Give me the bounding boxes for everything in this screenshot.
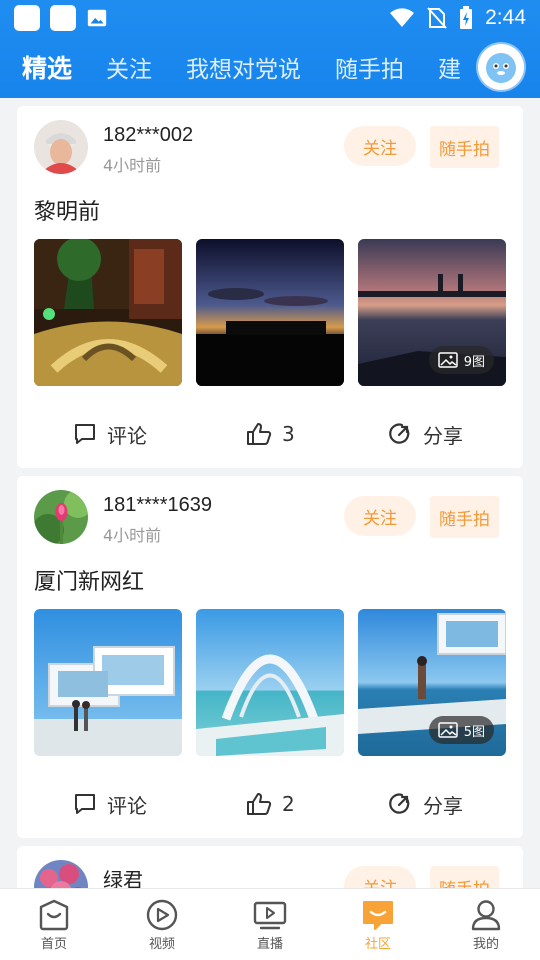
photo-grid: 9图 [34,239,506,386]
tv-icon [253,901,287,930]
tab-snapshot[interactable]: 随手拍 [335,50,404,84]
category-tabs: 精选 关注 我想对党说 随手拍 建 [0,36,540,98]
battery-icon [460,6,473,29]
avatar[interactable] [34,860,88,888]
follow-button[interactable]: 关注 [344,496,416,536]
share-label: 分享 [423,423,463,448]
post-time: 4小时前 [103,156,162,175]
nav-label: 视频 [148,937,175,952]
nav-community[interactable]: 社区 [324,889,432,960]
username[interactable]: 绿君 [103,864,143,888]
nav-label: 直播 [256,937,283,952]
play-icon [146,899,178,931]
tab-more[interactable]: 建 [438,50,461,84]
post-title[interactable]: 黎明前 [34,194,100,226]
comment-label: 评论 [107,793,147,818]
photo-grid: 5图 [34,609,506,756]
share-icon [389,423,410,444]
tab-party-talk[interactable]: 我想对党说 [186,50,301,84]
avatar[interactable] [34,490,88,544]
nav-live[interactable]: 直播 [216,889,324,960]
comment-button[interactable]: 评论 [73,414,147,454]
image-count: 9图 [463,354,485,370]
post-time: 4小时前 [103,526,162,545]
share-label: 分享 [423,793,463,818]
like-button[interactable]: 2 [246,784,295,824]
nav-profile[interactable]: 我的 [432,889,540,960]
nav-home[interactable]: 首页 [0,889,108,960]
home-icon [39,899,69,931]
avatar[interactable] [34,120,88,174]
post-card[interactable]: 绿君 关注 随手拍 [17,846,523,888]
status-bar: 2:44 [0,0,540,36]
bottom-navigation: 首页 视频 直播 社区 我的 [0,888,540,960]
image-count-badge: 5图 [428,716,494,744]
topic-tag[interactable]: 随手拍 [430,496,499,538]
image-icon [437,352,458,368]
no-sim-icon [427,7,447,29]
like-count: 3 [282,422,295,446]
post-photo[interactable]: 5图 [358,609,506,756]
nav-label: 我的 [472,937,499,952]
share-icon [389,793,410,814]
nav-label: 首页 [40,937,67,952]
share-button[interactable]: 分享 [387,784,463,824]
like-count: 2 [282,792,295,816]
comment-button[interactable]: 评论 [73,784,147,824]
follow-button[interactable]: 关注 [344,126,416,166]
comment-icon [75,424,95,444]
image-count-badge: 9图 [428,346,494,374]
image-count: 5图 [463,724,485,740]
tab-following[interactable]: 关注 [106,50,152,84]
comment-icon [75,794,95,814]
tab-featured[interactable]: 精选 [22,49,72,85]
community-feed[interactable]: 182***002 4小时前 关注 随手拍 黎明前 9图 评论 3 分享 181… [0,98,540,888]
gallery-notification-icon [87,9,107,27]
post-actions: 评论 2 分享 [17,784,523,824]
mascot-icon [486,53,516,83]
nav-video[interactable]: 视频 [108,889,216,960]
top-header: 2:44 精选 关注 我想对党说 随手拍 建 [0,0,540,98]
topic-tag[interactable]: 随手拍 [430,126,499,168]
post-card[interactable]: 181****1639 4小时前 关注 随手拍 厦门新网红 5图 评论 2 分享 [17,476,523,838]
like-button[interactable]: 3 [246,414,295,454]
post-title[interactable]: 厦门新网红 [34,564,144,596]
comment-label: 评论 [107,423,147,448]
share-button[interactable]: 分享 [387,414,463,454]
community-icon [363,901,393,930]
username[interactable]: 181****1639 [103,494,212,517]
post-card[interactable]: 182***002 4小时前 关注 随手拍 黎明前 9图 评论 3 分享 [17,106,523,468]
post-photo[interactable] [196,239,344,386]
thumbs-up-icon [247,423,272,445]
notification-app-icon [50,5,76,31]
post-photo[interactable] [196,609,344,756]
wifi-icon [390,8,415,27]
profile-icon [471,900,501,931]
thumbs-up-icon [247,793,272,815]
post-photo[interactable] [34,239,182,386]
notification-app-icon [14,5,40,31]
username[interactable]: 182***002 [103,124,193,147]
post-photo[interactable] [34,609,182,756]
topic-tag[interactable]: 随手拍 [430,866,499,888]
follow-button[interactable]: 关注 [344,866,416,888]
post-actions: 评论 3 分享 [17,414,523,454]
nav-label: 社区 [364,937,391,952]
mascot-avatar-button[interactable] [478,44,524,90]
post-photo[interactable]: 9图 [358,239,506,386]
clock: 2:44 [485,6,526,29]
image-icon [437,722,458,738]
